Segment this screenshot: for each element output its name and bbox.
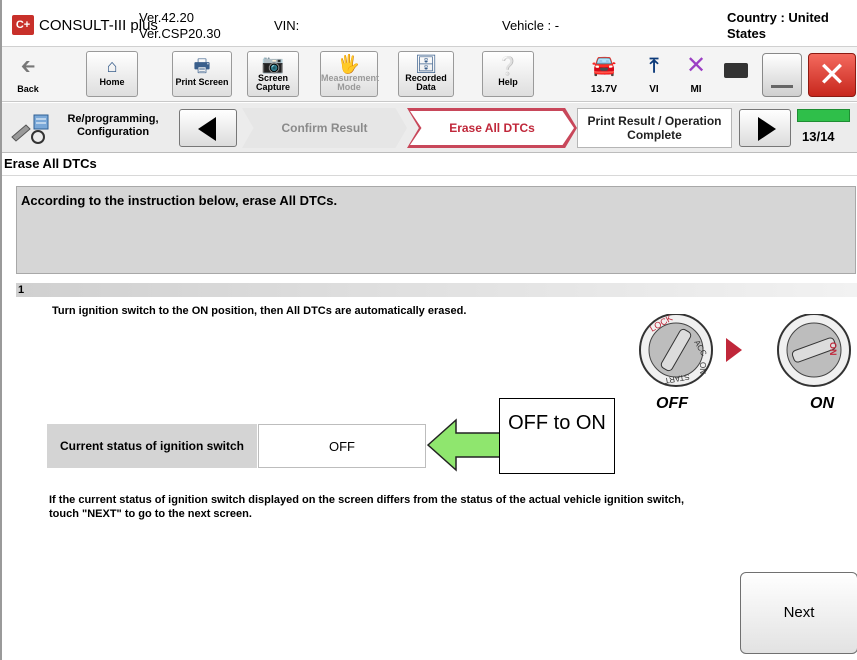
- consult-logo: C+: [12, 15, 34, 35]
- step-confirm-result: Confirm Result: [242, 108, 407, 148]
- recorded-data-icon: 🗄: [414, 54, 438, 74]
- callout-box: OFF to ON: [499, 398, 615, 474]
- step-band: [16, 283, 857, 297]
- consult-window: C+ CONSULT-III plus Ver.42.20 Ver.CSP20.…: [0, 0, 857, 660]
- page-title: Erase All DTCs: [2, 154, 857, 176]
- vin-label: VIN:: [274, 18, 300, 33]
- step-print-result: Print Result / Operation Complete: [577, 108, 732, 148]
- ignition-on-dial: ON ON: [777, 314, 851, 410]
- on-active-label: ON: [828, 342, 838, 356]
- measurement-icon: 🖐: [337, 54, 361, 74]
- step-number: 1: [18, 284, 25, 296]
- next-button[interactable]: Next: [740, 572, 857, 654]
- step-erase-label: Erase All DTCs: [410, 111, 574, 145]
- title-bar: C+ CONSULT-III plus Ver.42.20 Ver.CSP20.…: [2, 8, 857, 44]
- screen-capture-button[interactable]: 📷 Screen Capture: [247, 51, 299, 97]
- printer-icon: 🖶: [193, 56, 211, 76]
- progress-bar: [797, 109, 850, 122]
- vi-label: VI: [649, 84, 659, 95]
- next-step-button[interactable]: [739, 109, 791, 147]
- measurement-mode-button[interactable]: 🖐 Measurement Mode: [320, 51, 380, 97]
- on-label: ON: [810, 395, 834, 410]
- mi-disconnected-icon: ✕: [685, 52, 707, 79]
- minimize-button[interactable]: [762, 53, 802, 97]
- vi-indicator: ⤒ VI: [640, 51, 668, 97]
- on-small-label: ON: [698, 362, 707, 374]
- previous-step-button[interactable]: [179, 109, 237, 147]
- step-erase-all-dtcs: Erase All DTCs: [407, 108, 577, 148]
- recorded-data-button[interactable]: 🗄 Recorded Data: [398, 51, 454, 97]
- step-text: Turn ignition switch to the ON position,…: [52, 305, 467, 317]
- help-button[interactable]: ❔ Help: [482, 51, 534, 97]
- battery-icon: [724, 63, 748, 78]
- ignition-status-value: OFF: [258, 424, 426, 468]
- mi-label: MI: [690, 84, 702, 95]
- toolbar: 🡰 Back ⌂ Home 🖶 Print Screen 📷 Screen Ca…: [2, 46, 857, 102]
- callout-arrow-icon: [426, 418, 501, 472]
- footnote: If the current status of ignition switch…: [49, 494, 685, 520]
- print-screen-button[interactable]: 🖶 Print Screen: [172, 51, 232, 97]
- close-button[interactable]: ✕: [808, 53, 856, 97]
- measurement-mode-label: Measurement Mode: [321, 73, 380, 92]
- transition-arrow-icon: [726, 338, 742, 362]
- step-navigation: Re/programming, Configuration Confirm Re…: [2, 103, 857, 153]
- screen-capture-label: Screen Capture: [255, 73, 290, 92]
- reprogramming-label: Re/programming, Configuration: [67, 113, 159, 138]
- page-count: 13/14: [802, 129, 835, 144]
- country-label: Country : United States: [727, 10, 829, 41]
- wrench-car-icon: [11, 114, 49, 144]
- help-label: Help: [498, 77, 518, 87]
- recorded-data-label: Recorded Data: [405, 73, 447, 92]
- home-button[interactable]: ⌂ Home: [86, 51, 138, 97]
- version-line-2: Ver.CSP20.30: [139, 26, 221, 41]
- home-icon: ⌂: [106, 56, 118, 76]
- ignition-diagram: LOCK ACC ON START OFF ON ON: [639, 314, 851, 410]
- back-arrow-icon: 🡰: [20, 56, 36, 76]
- print-screen-label: Print Screen: [175, 77, 229, 87]
- ignition-off-dial: LOCK ACC ON START OFF: [639, 314, 713, 410]
- version-line-1: Ver.42.20: [139, 10, 194, 25]
- voltage-value: 13.7V: [590, 84, 618, 95]
- signal-icon: ⤒: [649, 55, 659, 77]
- off-label: OFF: [656, 395, 689, 410]
- battery-voltage-indicator: 🚘 13.7V: [584, 51, 624, 97]
- car-icon: 🚘: [591, 55, 617, 77]
- back-label: Back: [17, 84, 39, 94]
- vehicle-label: Vehicle : -: [502, 18, 560, 33]
- back-button[interactable]: 🡰 Back: [8, 51, 48, 97]
- mi-indicator: ✕ MI: [682, 51, 710, 97]
- camera-icon: 📷: [261, 54, 285, 74]
- instruction-box: According to the instruction below, eras…: [16, 186, 856, 274]
- home-label: Home: [99, 77, 125, 87]
- help-icon: ❔: [496, 56, 520, 76]
- ignition-status-label: Current status of ignition switch: [47, 424, 257, 468]
- close-icon: ✕: [817, 56, 847, 94]
